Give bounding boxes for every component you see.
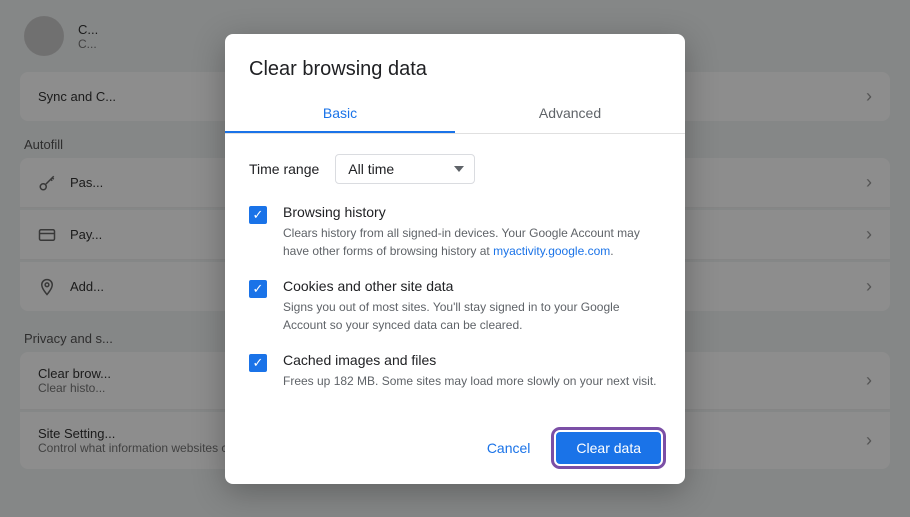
browsing-history-text: Browsing history Clears history from all…: [283, 204, 661, 260]
dialog-content: Time range All time Last hour Last 24 ho…: [225, 134, 685, 416]
browsing-history-item: ✓ Browsing history Clears history from a…: [249, 204, 661, 260]
time-range-select[interactable]: All time Last hour Last 24 hours Last 7 …: [335, 154, 475, 184]
cached-text: Cached images and files Frees up 182 MB.…: [283, 352, 656, 390]
cookies-text: Cookies and other site data Signs you ou…: [283, 278, 661, 334]
cookies-checkbox-wrap[interactable]: ✓: [249, 280, 267, 298]
cached-title: Cached images and files: [283, 352, 656, 368]
browsing-history-desc: Clears history from all signed-in device…: [283, 224, 661, 260]
check-icon: ✓: [253, 208, 264, 221]
cached-checkbox-wrap[interactable]: ✓: [249, 354, 267, 372]
cookies-item: ✓ Cookies and other site data Signs you …: [249, 278, 661, 334]
cached-item: ✓ Cached images and files Frees up 182 M…: [249, 352, 661, 390]
tab-basic[interactable]: Basic: [225, 93, 455, 133]
cookies-desc: Signs you out of most sites. You'll stay…: [283, 298, 661, 334]
check-icon-3: ✓: [253, 356, 264, 369]
time-range-row: Time range All time Last hour Last 24 ho…: [249, 154, 661, 184]
time-range-label: Time range: [249, 161, 319, 177]
dialog-tabs: Basic Advanced: [225, 93, 685, 134]
cancel-button[interactable]: Cancel: [471, 432, 547, 464]
check-icon-2: ✓: [253, 282, 264, 295]
dialog-title: Clear browsing data: [225, 34, 685, 93]
cached-desc: Frees up 182 MB. Some sites may load mor…: [283, 372, 656, 390]
clear-browsing-data-dialog: Clear browsing data Basic Advanced Time …: [225, 34, 685, 484]
myactivity-link[interactable]: myactivity.google.com: [493, 244, 610, 258]
browsing-history-checkbox[interactable]: ✓: [249, 206, 267, 224]
cookies-title: Cookies and other site data: [283, 278, 661, 294]
browsing-history-title: Browsing history: [283, 204, 661, 220]
dialog-footer: Cancel Clear data: [225, 416, 685, 484]
browsing-history-desc-suffix: .: [610, 244, 613, 258]
clear-data-button[interactable]: Clear data: [556, 432, 661, 464]
cached-checkbox[interactable]: ✓: [249, 354, 267, 372]
browsing-history-checkbox-wrap[interactable]: ✓: [249, 206, 267, 224]
tab-advanced[interactable]: Advanced: [455, 93, 685, 133]
modal-overlay: Clear browsing data Basic Advanced Time …: [0, 0, 910, 517]
cookies-checkbox[interactable]: ✓: [249, 280, 267, 298]
